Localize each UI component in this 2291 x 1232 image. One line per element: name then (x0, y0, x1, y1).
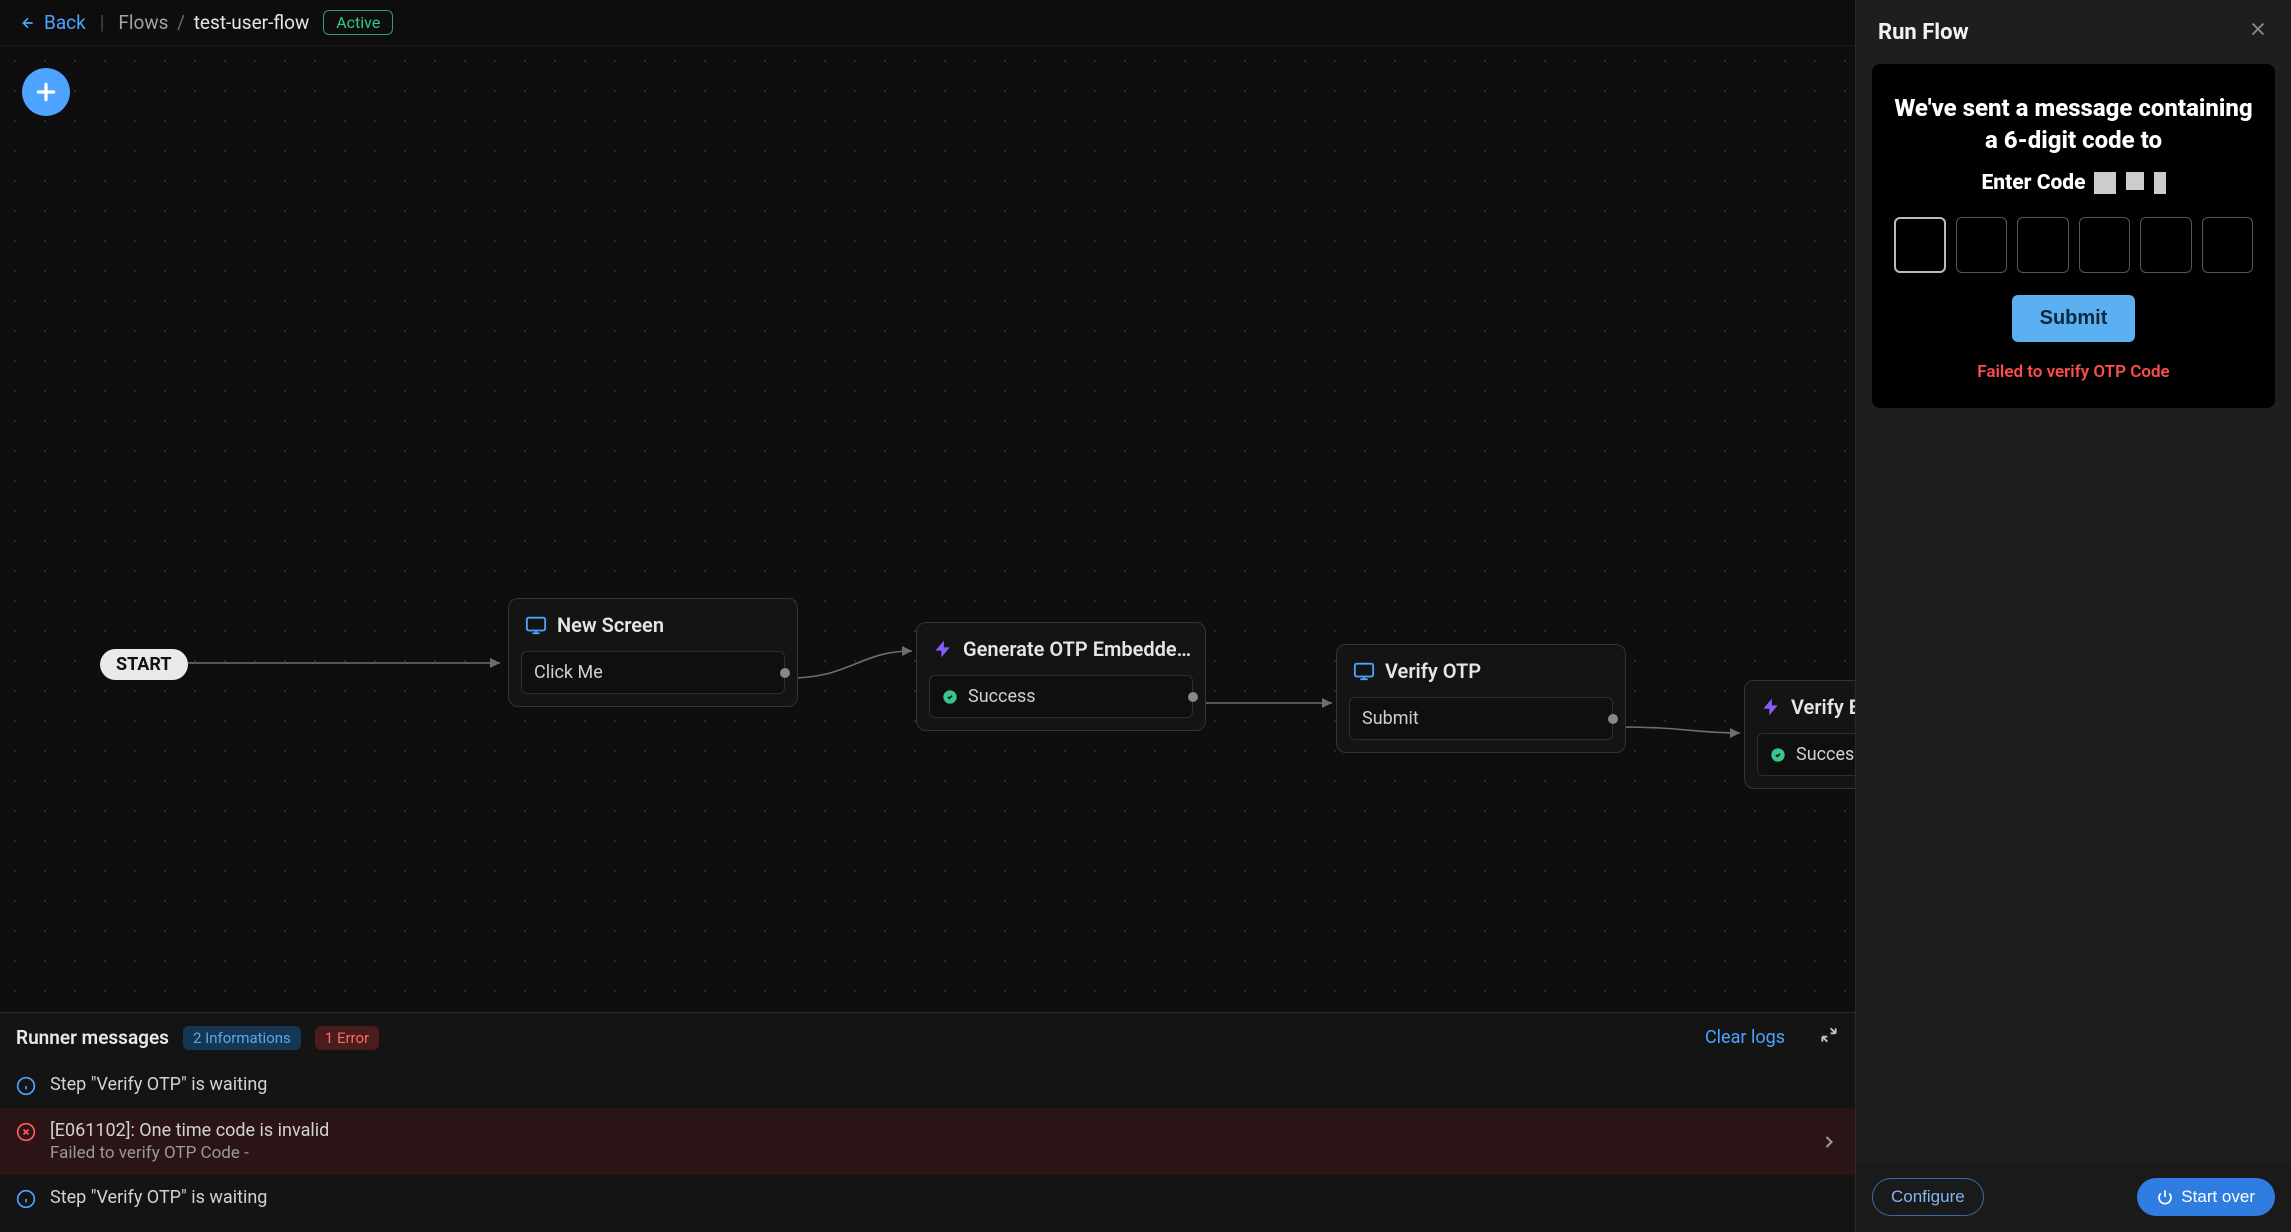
message-text: [E061102]: One time code is invalid (50, 1120, 1805, 1141)
info-icon (16, 1076, 36, 1096)
flow-preview: We've sent a message containing a 6-digi… (1872, 64, 2275, 408)
flow-canvas[interactable]: START New Screen Click Me Generate OTP E… (0, 46, 1855, 1012)
configure-button[interactable]: Configure (1872, 1178, 1984, 1216)
check-circle-icon (942, 689, 958, 705)
message-subtext: Failed to verify OTP Code - (50, 1143, 1805, 1163)
back-button[interactable]: Back (20, 11, 86, 34)
node-output-submit[interactable]: Submit (1349, 697, 1613, 740)
output-port[interactable] (1608, 714, 1618, 724)
run-flow-panel: Run Flow We've sent a message containing… (1855, 0, 2291, 1232)
output-label: Submit (1362, 708, 1419, 729)
divider: | (100, 11, 105, 34)
message-row[interactable]: Step "Verify OTP" is waiting (0, 1062, 1855, 1108)
start-node[interactable]: START (100, 649, 188, 680)
otp-digit-6[interactable] (2202, 217, 2253, 273)
otp-input-group (1894, 217, 2253, 273)
otp-digit-2[interactable] (1956, 217, 2007, 273)
arrow-left-icon (20, 15, 36, 31)
output-port[interactable] (1188, 692, 1198, 702)
clear-logs-button[interactable]: Clear logs (1705, 1027, 1785, 1048)
error-count-badge: 1 Error (315, 1026, 379, 1050)
info-icon (16, 1189, 36, 1209)
breadcrumb-current: test-user-flow (194, 11, 310, 34)
collapse-icon (1819, 1025, 1839, 1045)
plus-icon (33, 79, 59, 105)
node-title: Verify OTP (1385, 659, 1481, 683)
add-node-button[interactable] (22, 68, 70, 116)
close-panel-button[interactable] (2247, 18, 2269, 46)
error-icon (16, 1122, 36, 1142)
check-circle-icon (1770, 747, 1786, 763)
node-title: Generate OTP Embedded Code f... (963, 637, 1193, 661)
status-badge: Active (323, 10, 393, 35)
info-count-badge: 2 Informations (183, 1026, 301, 1050)
preview-error-text: Failed to verify OTP Code (1894, 362, 2253, 382)
otp-digit-4[interactable] (2079, 217, 2130, 273)
preview-heading: We've sent a message containing a 6-digi… (1894, 92, 2253, 157)
close-icon (2247, 18, 2269, 40)
message-row[interactable]: [E061102]: One time code is invalid Fail… (0, 1108, 1855, 1175)
output-port[interactable] (780, 668, 790, 678)
bolt-icon (933, 639, 953, 659)
message-row[interactable]: Step "Verify OTP" is waiting (0, 1175, 1855, 1221)
node-title: Verify Embe (1791, 695, 1855, 719)
node-verify-embedded[interactable]: Verify Embe Successful au (1744, 680, 1855, 789)
start-over-label: Start over (2181, 1187, 2255, 1207)
output-label: Success (968, 686, 1036, 707)
collapse-panel-button[interactable] (1819, 1025, 1839, 1050)
message-text: Step "Verify OTP" is waiting (50, 1074, 1839, 1095)
screen-icon (525, 614, 547, 636)
masked-destination (2094, 172, 2166, 194)
node-output-click-me[interactable]: Click Me (521, 651, 785, 694)
panel-title: Run Flow (1878, 20, 1969, 45)
flow-edges (0, 46, 1855, 1012)
chevron-right-icon (1819, 1132, 1839, 1152)
breadcrumb-separator: / (177, 11, 185, 34)
bolt-icon (1761, 697, 1781, 717)
node-title: New Screen (557, 613, 664, 637)
otp-digit-5[interactable] (2140, 217, 2191, 273)
node-new-screen[interactable]: New Screen Click Me (508, 598, 798, 707)
enter-code-label: Enter Code (1981, 171, 2085, 195)
output-label: Click Me (534, 662, 603, 683)
breadcrumb: Flows / test-user-flow (118, 11, 309, 34)
topbar: Back | Flows / test-user-flow Active (0, 0, 1855, 46)
submit-button[interactable]: Submit (2012, 295, 2136, 342)
node-generate-otp[interactable]: Generate OTP Embedded Code f... Success (916, 622, 1206, 731)
start-over-button[interactable]: Start over (2137, 1178, 2275, 1216)
node-output-success[interactable]: Success (929, 675, 1193, 718)
node-output-successful-au[interactable]: Successful au (1757, 733, 1855, 776)
messages-title: Runner messages (16, 1026, 169, 1049)
node-verify-otp[interactable]: Verify OTP Submit (1336, 644, 1626, 753)
runner-messages-panel: Runner messages 2 Informations 1 Error C… (0, 1012, 1855, 1232)
back-label: Back (44, 11, 86, 34)
otp-digit-3[interactable] (2017, 217, 2068, 273)
screen-icon (1353, 660, 1375, 682)
message-text: Step "Verify OTP" is waiting (50, 1187, 1839, 1208)
power-icon (2157, 1189, 2173, 1205)
output-label: Successful au (1796, 744, 1855, 765)
breadcrumb-root[interactable]: Flows (118, 11, 168, 34)
otp-digit-1[interactable] (1894, 217, 1946, 273)
